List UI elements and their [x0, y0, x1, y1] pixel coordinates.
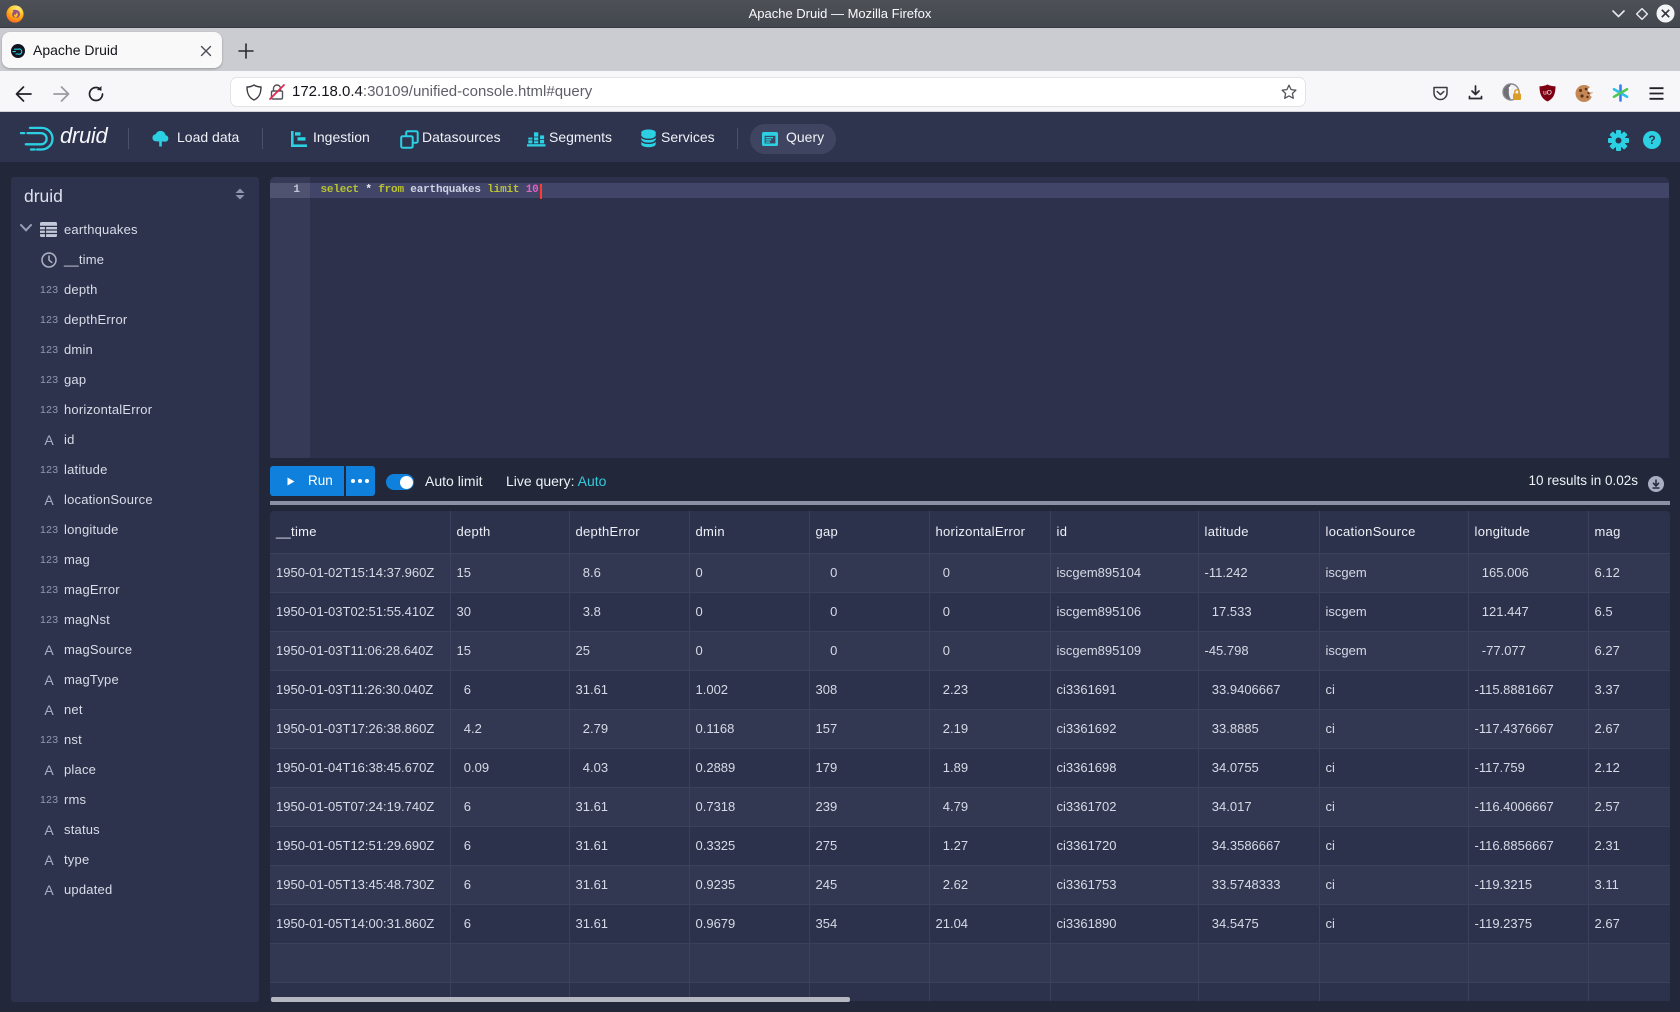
svg-text:?: ?	[1648, 133, 1655, 147]
svg-text:uO: uO	[1543, 90, 1552, 97]
